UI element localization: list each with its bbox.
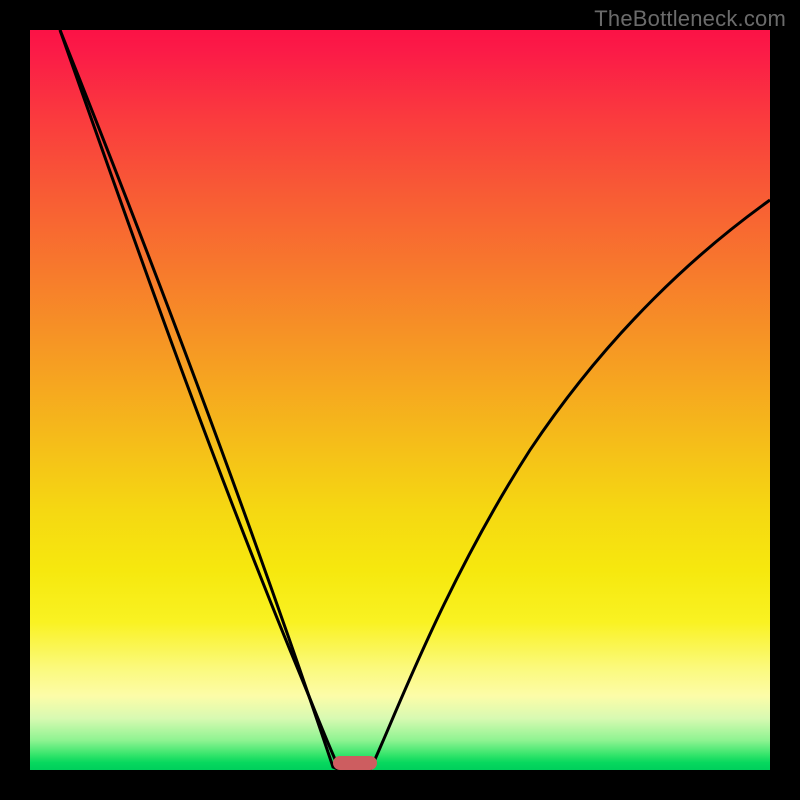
chart-root: TheBottleneck.com [0, 0, 800, 800]
bottleneck-marker [333, 756, 377, 770]
watermark-text: TheBottleneck.com [594, 6, 786, 32]
plot-area [30, 30, 770, 770]
curves-svg [30, 30, 770, 770]
right-curve [370, 200, 770, 770]
left-curve [60, 30, 340, 770]
left-curve-refine [60, 30, 340, 770]
